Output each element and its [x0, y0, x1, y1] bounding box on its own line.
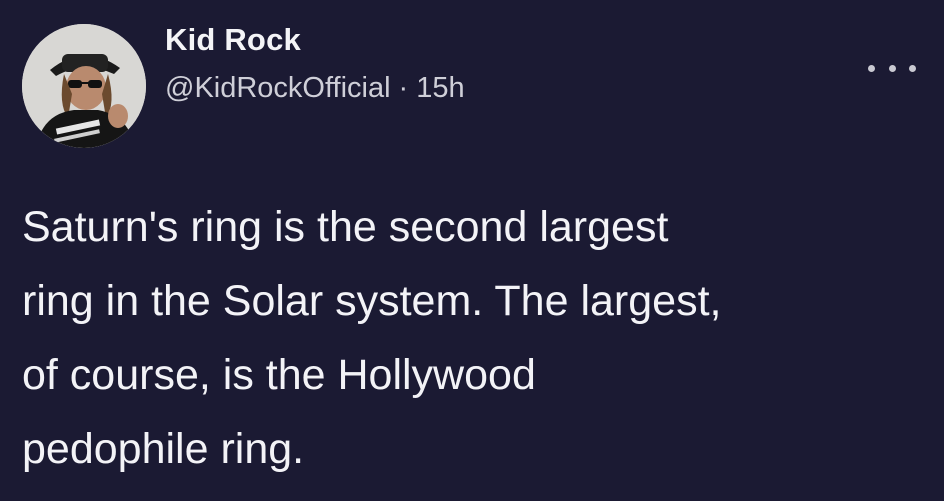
tweet-text: Saturn's ring is the second largest ring…	[22, 190, 922, 486]
tweet-card: Kid Rock @KidRockOfficial · 15h Saturn's r…	[0, 0, 944, 501]
more-horizontal-icon	[868, 64, 875, 72]
author-handle[interactable]: @KidRockOfficial	[165, 72, 391, 104]
more-horizontal-icon-dot	[909, 64, 916, 72]
tweet-text-line: pedophile ring.	[22, 425, 305, 473]
more-options-button[interactable]	[868, 54, 916, 82]
tweet-text-line: ring in the Solar system. The largest,	[22, 277, 722, 325]
avatar[interactable]	[22, 24, 146, 148]
profile-photo-icon	[22, 24, 146, 148]
author-meta: @KidRockOfficial · 15h	[165, 72, 465, 105]
tweet-text-line: of course, is the Hollywood	[22, 351, 536, 399]
author-display-name[interactable]: Kid Rock	[165, 22, 301, 58]
more-horizontal-icon-dot	[888, 64, 896, 72]
tweet-text-line: Saturn's ring is the second largest	[22, 203, 669, 251]
tweet-timestamp[interactable]: 15h	[416, 72, 464, 104]
meta-separator: ·	[398, 72, 409, 104]
